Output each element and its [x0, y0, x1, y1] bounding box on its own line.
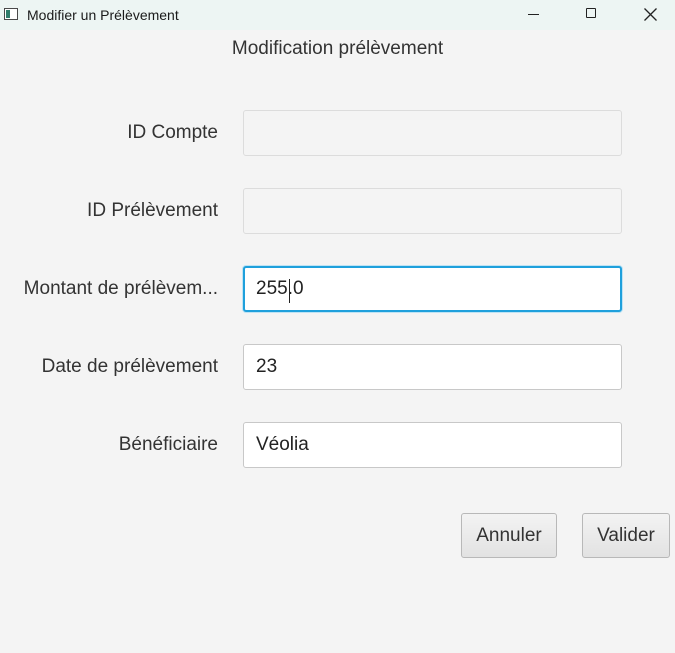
beneficiaire-input[interactable]	[243, 422, 622, 468]
window-title: Modifier un Prélèvement	[27, 7, 179, 23]
id-compte-label: ID Compte	[127, 122, 218, 143]
id-compte-input	[243, 110, 622, 156]
maximize-button[interactable]	[568, 0, 614, 30]
title-bar: Modifier un Prélèvement	[0, 0, 675, 30]
cancel-button[interactable]: Annuler	[461, 513, 557, 558]
close-button[interactable]	[627, 0, 673, 30]
beneficiaire-label: Bénéficiaire	[118, 434, 218, 455]
date-input[interactable]	[243, 344, 622, 390]
app-icon	[4, 8, 18, 20]
id-prelevement-input	[243, 188, 622, 234]
date-label: Date de prélèvement	[41, 356, 218, 377]
montant-label: Montant de prélèvem...	[23, 278, 218, 299]
montant-input[interactable]	[243, 266, 622, 312]
submit-button[interactable]: Valider	[582, 513, 670, 558]
minimize-button[interactable]	[510, 0, 556, 30]
text-caret	[289, 279, 290, 303]
form-heading: Modification prélèvement	[231, 38, 444, 59]
id-prelevement-label: ID Prélèvement	[87, 200, 218, 221]
close-icon	[644, 8, 657, 21]
